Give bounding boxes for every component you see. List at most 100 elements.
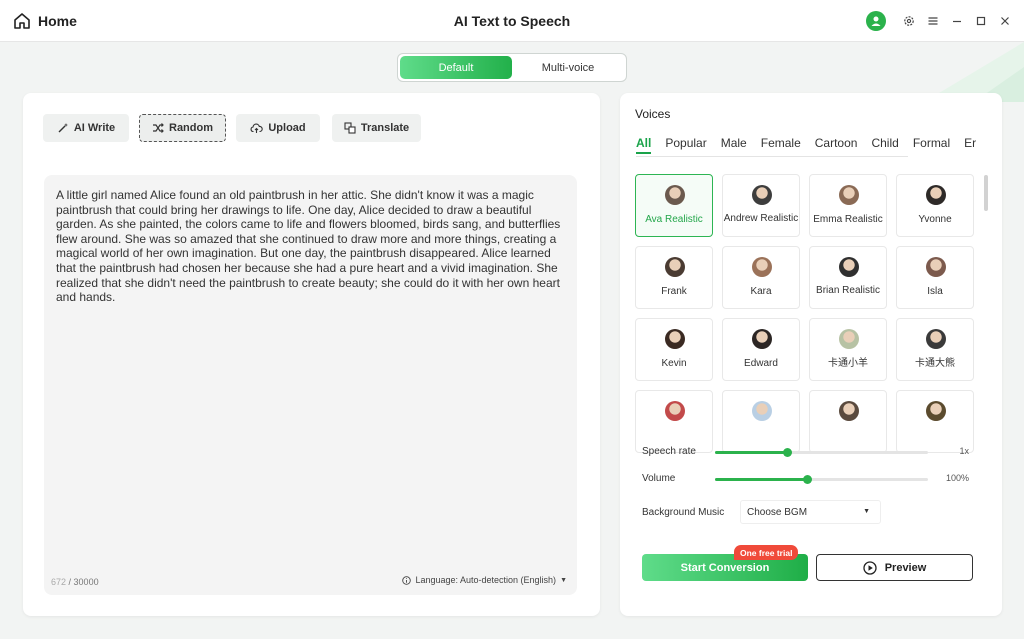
mode-toggle: Default Multi-voice [397,53,627,82]
char-count-separator: / [66,577,74,587]
tab-er[interactable]: Er [964,136,976,150]
translate-button[interactable]: Translate [332,114,421,142]
random-button[interactable]: Random [139,114,226,142]
voice-avatar [839,185,859,205]
minimize-button[interactable] [950,14,964,28]
user-avatar[interactable] [866,11,886,31]
voice-avatar [752,257,772,277]
text-editor[interactable]: A little girl named Alice found an old p… [44,175,577,595]
caret-down-icon: ▼ [863,508,870,515]
voice-card[interactable]: 卡通大熊 [896,318,974,381]
preview-button[interactable]: Preview [816,554,973,581]
info-icon [402,575,412,585]
char-count-max: 30000 [73,577,99,587]
voice-avatar [926,329,946,349]
voice-avatar [926,257,946,277]
tab-cartoon[interactable]: Cartoon [815,136,858,150]
close-button[interactable] [998,14,1012,28]
voice-card[interactable]: Frank [635,246,713,309]
voice-card[interactable] [809,390,887,453]
voice-card[interactable]: Kevin [635,318,713,381]
bgm-select[interactable]: Choose BGM ▼ [740,500,881,524]
voice-name: Frank [661,286,687,297]
voice-name: 卡通大熊 [915,358,955,369]
user-icon [871,16,881,26]
maximize-button[interactable] [974,14,988,28]
ai-write-label: AI Write [73,122,116,134]
minimize-icon [953,20,961,23]
voice-avatar [752,401,772,421]
play-icon [863,560,877,575]
free-trial-badge: One free trial [734,545,799,560]
voice-avatar [665,329,685,349]
voice-avatar [926,401,946,421]
voice-settings-panel: Voices All Popular Male Female Cartoon Child F… [620,93,1002,616]
voice-card[interactable]: Ava Realistic [635,174,713,237]
preview-label: Preview [884,561,927,574]
voice-card[interactable] [722,390,800,453]
char-count-current: 672 [51,577,67,587]
voice-avatar [665,257,685,277]
voice-name: Yvonne [918,214,952,225]
voice-name: Isla [927,286,943,297]
voice-category-tabs: All Popular Male Female Cartoon Child Formal Er [636,136,990,154]
voice-card[interactable]: Emma Realistic [809,174,887,237]
random-label: Random [169,122,213,134]
voice-card[interactable]: 卡通小羊 [809,318,887,381]
magic-wand-icon [58,123,68,133]
text-input-panel: AI Write Random Upload Translate A littl… [23,93,600,616]
tab-all[interactable]: All [636,136,652,154]
language-label: Language: Auto-detection (English) [415,575,557,585]
title-bar: Home AI Text to Speech [0,0,1024,42]
voice-card[interactable]: Kara [722,246,800,309]
voice-name: Kara [750,286,772,297]
tab-popular[interactable]: Popular [665,136,706,150]
voices-title: Voices [635,107,671,121]
voice-card[interactable] [896,390,974,453]
menu-button[interactable] [926,14,940,28]
upload-button[interactable]: Upload [236,114,320,142]
voice-name: 卡通小羊 [828,358,868,369]
chevron-down-icon: ▼ [560,576,567,584]
voice-avatar [839,401,859,421]
voice-avatar [665,185,685,205]
maximize-icon [976,16,986,26]
tab-child[interactable]: Child [871,136,898,150]
upload-label: Upload [268,122,306,134]
translate-label: Translate [360,122,410,134]
editor-text[interactable]: A little girl named Alice found an old p… [56,188,561,305]
voice-card[interactable]: Edward [722,318,800,381]
mode-default-button[interactable]: Default [400,56,512,79]
voice-card[interactable]: Andrew Realistic [722,174,800,237]
mode-multivoice-button[interactable]: Multi-voice [512,56,624,79]
voice-name: Ava Realistic [645,214,703,225]
voice-grid: Ava Realistic Andrew Realistic Emma Realis… [635,174,975,522]
voice-name: Emma Realistic [813,214,883,225]
tab-male[interactable]: Male [721,136,747,150]
voice-card[interactable]: Isla [896,246,974,309]
character-count: 672 / 30000 [51,577,99,587]
voice-avatar [752,329,772,349]
voice-avatar [926,185,946,205]
voice-grid-scrollbar[interactable] [984,175,988,211]
translate-icon [344,122,356,134]
voice-card[interactable] [635,390,713,453]
voice-card[interactable]: Yvonne [896,174,974,237]
tab-formal[interactable]: Formal [913,136,950,150]
voice-name: Brian Realistic [816,285,880,296]
close-icon [1001,17,1009,25]
voice-avatar [665,401,685,421]
voice-avatar [839,329,859,349]
voice-card[interactable]: Brian Realistic [809,246,887,309]
home-button[interactable]: Home [12,11,77,31]
home-icon [14,13,30,29]
settings-button[interactable] [902,14,916,28]
voice-name: Kevin [661,358,687,369]
ai-write-button[interactable]: AI Write [43,114,129,142]
volume-value: 100% [945,473,969,483]
tab-divider [636,156,908,157]
voice-name: Andrew Realistic [723,213,799,224]
language-selector[interactable]: Language: Auto-detection (English) ▼ [402,575,567,585]
gear-icon [904,16,914,26]
tab-female[interactable]: Female [761,136,801,150]
